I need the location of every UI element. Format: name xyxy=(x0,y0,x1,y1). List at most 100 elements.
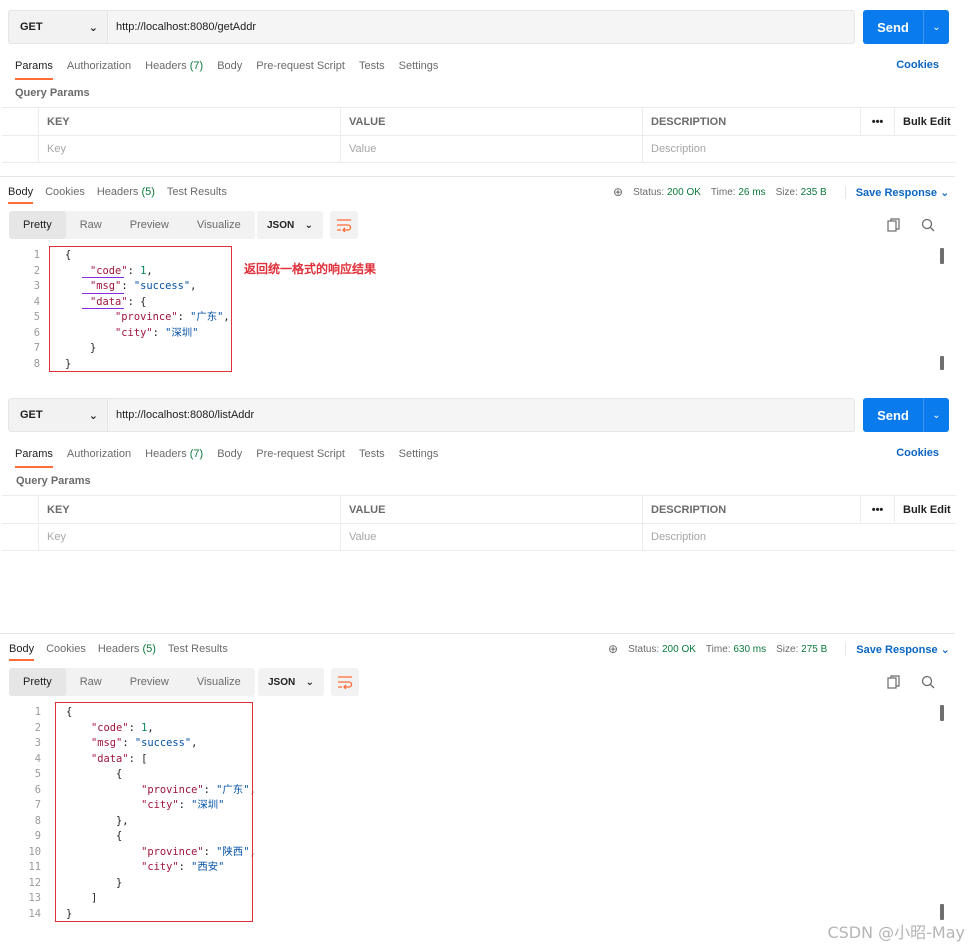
format-select[interactable]: JSON ⌄ xyxy=(258,668,324,696)
scrollbar[interactable] xyxy=(940,705,944,721)
cookies-link[interactable]: Cookies xyxy=(896,59,939,71)
globe-icon[interactable]: ⊕ xyxy=(613,185,623,199)
view-pretty[interactable]: Pretty xyxy=(9,211,66,239)
tab-response-cookies[interactable]: Cookies xyxy=(39,184,91,204)
search-icon[interactable] xyxy=(920,217,936,233)
chevron-down-icon: ⌄ xyxy=(88,409,98,422)
line-number: 5 xyxy=(33,311,40,323)
scrollbar[interactable] xyxy=(940,904,944,920)
tab-authorization[interactable]: Authorization xyxy=(60,446,138,466)
tab-settings[interactable]: Settings xyxy=(392,58,446,78)
copy-icon[interactable] xyxy=(886,674,902,690)
value-input[interactable]: Value xyxy=(340,524,642,550)
scrollbar[interactable] xyxy=(940,356,944,370)
view-raw[interactable]: Raw xyxy=(66,211,116,239)
line-number: 9 xyxy=(34,830,41,842)
more-options-icon[interactable]: ••• xyxy=(860,108,894,135)
response-tabs: Body Cookies Headers (5) Test Results xyxy=(3,641,234,665)
tab-response-body[interactable]: Body xyxy=(3,641,40,661)
tab-response-cookies[interactable]: Cookies xyxy=(40,641,92,661)
tab-tests[interactable]: Tests xyxy=(352,446,392,466)
method-select[interactable]: GET ⌄ xyxy=(8,398,108,432)
checkbox-column xyxy=(2,108,38,135)
highlight-box xyxy=(49,246,232,372)
tab-label: Test Results xyxy=(167,643,228,655)
tab-test-results[interactable]: Test Results xyxy=(162,641,234,661)
tab-body[interactable]: Body xyxy=(210,446,249,466)
copy-icon[interactable] xyxy=(886,217,902,233)
tab-response-headers[interactable]: Headers (5) xyxy=(91,184,161,204)
view-preview[interactable]: Preview xyxy=(116,211,183,239)
tab-tests[interactable]: Tests xyxy=(352,58,392,78)
search-icon[interactable] xyxy=(920,674,936,690)
wrap-lines-button[interactable] xyxy=(330,211,358,239)
chevron-down-icon: ⌄ xyxy=(305,676,314,688)
tab-pre-request-script[interactable]: Pre-request Script xyxy=(249,58,352,78)
view-visualize[interactable]: Visualize xyxy=(183,211,255,239)
bulk-edit-button[interactable]: Bulk Edit xyxy=(894,108,956,135)
wrap-lines-button[interactable] xyxy=(331,668,359,696)
tab-response-headers[interactable]: Headers (5) xyxy=(92,641,162,661)
view-preview[interactable]: Preview xyxy=(116,668,183,696)
url-input[interactable]: http://localhost:8080/listAddr xyxy=(108,398,855,432)
description-input[interactable]: Description xyxy=(642,136,956,162)
line-number: 5 xyxy=(34,768,41,780)
wrap-icon xyxy=(337,219,352,232)
save-response-label: Save Response xyxy=(855,186,938,199)
format-label: JSON xyxy=(267,219,295,231)
tab-label: Headers xyxy=(96,186,139,198)
tab-label: Cookies xyxy=(45,186,85,198)
response-tabs: Body Cookies Headers (5) Test Results xyxy=(2,184,233,208)
table-row: Key Value Description xyxy=(2,523,956,551)
tab-count: (7) xyxy=(189,60,204,72)
view-pretty[interactable]: Pretty xyxy=(9,668,66,696)
line-number: 3 xyxy=(33,280,40,292)
send-button[interactable]: Send ⌄ xyxy=(863,398,949,432)
method-label: GET xyxy=(20,21,43,33)
view-mode-segment: Pretty Raw Preview Visualize xyxy=(9,211,255,239)
send-label: Send xyxy=(877,19,909,35)
line-number: 4 xyxy=(34,752,41,765)
tab-settings[interactable]: Settings xyxy=(392,446,446,466)
tab-params[interactable]: Params xyxy=(8,446,60,468)
url-input[interactable]: http://localhost:8080/getAddr xyxy=(108,10,855,44)
cookies-link[interactable]: Cookies xyxy=(896,447,939,459)
send-button[interactable]: Send ⌄ xyxy=(863,10,949,44)
save-response-button[interactable]: Save Response ⌄ xyxy=(844,185,950,199)
chevron-down-icon[interactable]: ⌄ xyxy=(923,398,949,432)
key-input[interactable]: Key xyxy=(38,136,340,162)
description-input[interactable]: Description xyxy=(642,524,956,550)
save-response-button[interactable]: Save Response ⌄ xyxy=(845,642,950,656)
tab-headers[interactable]: Headers (7) xyxy=(138,446,210,466)
scrollbar[interactable] xyxy=(940,248,944,264)
format-select[interactable]: JSON ⌄ xyxy=(257,211,323,239)
value-header: VALUE xyxy=(340,496,642,523)
size-label: Size: xyxy=(775,186,798,198)
value-input[interactable]: Value xyxy=(340,136,642,162)
tab-label: Authorization xyxy=(66,448,132,460)
more-options-icon[interactable]: ••• xyxy=(860,496,894,523)
tab-params[interactable]: Params xyxy=(8,58,60,80)
method-select[interactable]: GET ⌄ xyxy=(8,10,108,44)
bulk-edit-button[interactable]: Bulk Edit xyxy=(894,496,956,523)
line-number: 8 xyxy=(33,357,40,370)
tab-label: Tests xyxy=(358,60,385,72)
key-input[interactable]: Key xyxy=(38,524,340,550)
globe-icon[interactable]: ⊕ xyxy=(608,642,618,656)
status-label: Status: xyxy=(628,643,660,655)
time-label: Time: xyxy=(705,643,731,655)
tab-label: Body xyxy=(217,60,243,72)
view-raw[interactable]: Raw xyxy=(66,668,116,696)
tab-label: Body xyxy=(8,186,34,198)
tab-test-results[interactable]: Test Results xyxy=(161,184,233,204)
tab-response-body[interactable]: Body xyxy=(2,184,39,204)
description-header: DESCRIPTION xyxy=(642,108,860,135)
chevron-down-icon[interactable]: ⌄ xyxy=(923,10,949,44)
tab-authorization[interactable]: Authorization xyxy=(60,58,138,78)
chevron-down-icon: ⌄ xyxy=(940,186,950,199)
tab-headers[interactable]: Headers (7) xyxy=(138,58,210,78)
tab-pre-request-script[interactable]: Pre-request Script xyxy=(249,446,352,466)
divider xyxy=(0,633,955,634)
view-visualize[interactable]: Visualize xyxy=(183,668,255,696)
tab-body[interactable]: Body xyxy=(210,58,249,78)
